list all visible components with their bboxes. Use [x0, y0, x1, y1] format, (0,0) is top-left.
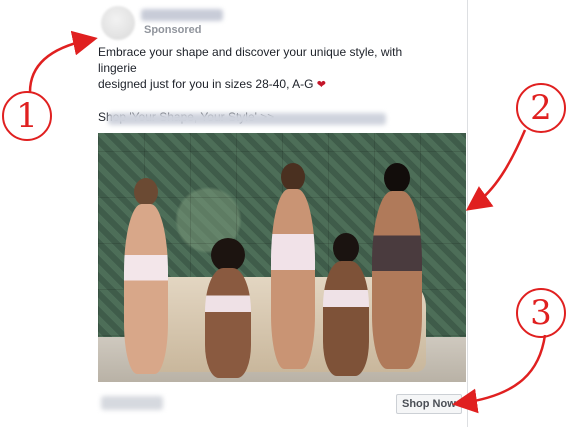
- arrow-3-icon: [452, 334, 547, 414]
- callout-number-3: 3: [516, 288, 566, 338]
- page-avatar[interactable]: [101, 6, 135, 40]
- page-name-blurred[interactable]: [141, 9, 223, 21]
- blurred-link[interactable]: [108, 113, 386, 125]
- arrow-1-icon: [28, 30, 98, 93]
- arrow-2-icon: [465, 129, 527, 211]
- heart-emoji-icon: ❤: [316, 79, 327, 91]
- callout-number-1: 1: [2, 91, 52, 141]
- ad-photo[interactable]: [98, 133, 466, 382]
- sponsored-label[interactable]: Sponsored: [144, 24, 201, 36]
- model-figure: [366, 163, 426, 373]
- model-figure: [193, 238, 263, 378]
- caption-line-2: designed just for you in sizes 28-40, A-…: [98, 77, 327, 91]
- footer-blurred-text: [101, 396, 163, 410]
- model-figure: [118, 178, 173, 378]
- caption-line-1: Embrace your shape and discover your uni…: [98, 45, 403, 75]
- callout-number-2: 2: [516, 83, 566, 133]
- sponsored-post: Sponsored Embrace your shape and discove…: [91, 0, 468, 427]
- shop-now-button[interactable]: Shop Now: [396, 394, 462, 414]
